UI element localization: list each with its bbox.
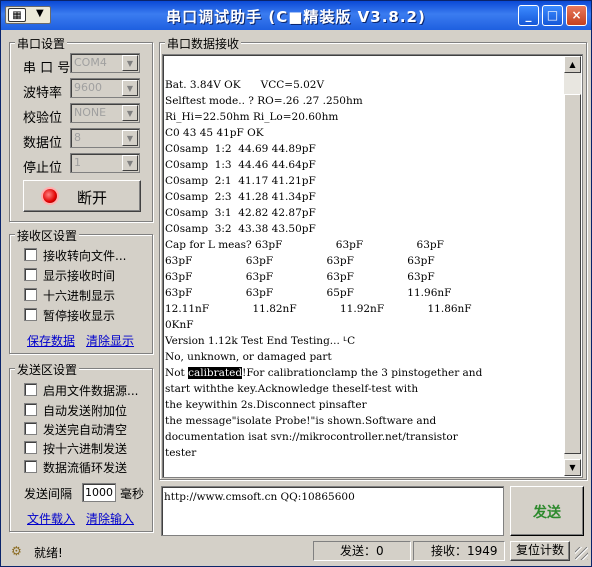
close-button[interactable]: ×	[566, 5, 587, 26]
recv-area-legend: 串口数据接收	[165, 35, 242, 52]
chevron-down-icon[interactable]: ▼	[122, 105, 138, 121]
interval-input[interactable]: 1000	[82, 483, 116, 502]
app-window: ▦ ▼ 串口调试助手 (C■精装版 V3.8.2) _ □ × 串口设置 串 口 …	[0, 0, 592, 567]
databits-value: 8	[74, 131, 81, 144]
recv-line: C0samp 2:1 41.17 41.21pF	[165, 175, 316, 187]
recv-line: No, unknown, or damaged part	[165, 351, 332, 363]
send-input[interactable]: http://www.cmsoft.cn QQ:10865600	[161, 486, 504, 536]
send-button[interactable]: 发送	[510, 486, 584, 536]
scroll-up-icon[interactable]: ▲	[564, 56, 581, 73]
recv-scrollbar[interactable]: ▲ ▼	[564, 56, 581, 476]
scroll-thumb[interactable]	[564, 94, 581, 454]
chevron-down-icon[interactable]: ▼	[122, 80, 138, 96]
recv-line: the keywithin 2s.Disconnect pinsafter	[165, 399, 367, 411]
recv-line: C0 43 45 41pF OK	[165, 127, 264, 139]
open-close-label: 断开	[77, 189, 108, 207]
recv-line: C0samp 1:3 44.46 44.64pF	[165, 159, 316, 171]
port-select[interactable]: COM4 ▼	[70, 53, 140, 73]
recv-line: Version 1.12k Test End Testing... ᒻC	[165, 335, 356, 347]
port-settings-legend: 串口设置	[15, 35, 68, 52]
selected-text: calibrated	[188, 367, 243, 379]
save-data-link[interactable]: 保存数据	[27, 332, 75, 349]
parity-label: 校验位	[23, 111, 63, 126]
stopbits-select[interactable]: 1 ▼	[70, 153, 140, 173]
chevron-down-icon[interactable]: ▼	[122, 55, 138, 71]
port-status-indicator-icon	[43, 189, 57, 203]
baud-value: 9600	[74, 81, 102, 94]
send-button-label: 发送	[533, 505, 561, 521]
databits-select[interactable]: 8 ▼	[70, 128, 140, 148]
recv-line: C0samp 3:2 43.38 43.50pF	[165, 223, 316, 235]
sent-counter: 发送：0	[313, 541, 411, 561]
recv-line: Bat. 3.84V OK VCC=5.02V	[165, 79, 325, 91]
recv-line: Selftest mode.. ? RO=.26 .27 .250hm	[165, 95, 363, 107]
received-counter: 接收：1949	[413, 541, 505, 561]
recv-settings-legend: 接收区设置	[15, 227, 80, 244]
recv-line: C0samp 2:3 41.28 41.34pF	[165, 191, 316, 203]
resize-grip-icon[interactable]	[575, 547, 588, 560]
stopbits-value: 1	[74, 156, 81, 169]
minimize-button[interactable]: _	[518, 5, 539, 26]
baud-select[interactable]: 9600 ▼	[70, 78, 140, 98]
recv-line: 63pF 63pF 63pF 63pF	[165, 255, 435, 267]
recv-line: 63pF 63pF 65pF 11.96nF	[165, 287, 452, 299]
recv-line: Ri_Hi=22.50hm Ri_Lo=20.60hm	[165, 111, 339, 123]
recv-line: start withthe key.Acknowledge theself-te…	[165, 383, 419, 395]
clear-input-link[interactable]: 清除输入	[86, 510, 134, 527]
recv-line: tester	[165, 447, 197, 459]
recv-line: C0samp 1:2 44.69 44.89pF	[165, 143, 316, 155]
maximize-button[interactable]: □	[542, 5, 563, 26]
recv-text: Not	[165, 367, 189, 379]
recv-line-selection: Not calibrated!For calibrationclamp the …	[165, 367, 482, 379]
status-ready: 就绪!	[34, 546, 63, 560]
port-label: 串 口 号	[23, 61, 71, 76]
window-title: 串口调试助手 (C■精装版 V3.8.2)	[166, 8, 426, 26]
stopbits-label: 停止位	[23, 161, 63, 176]
recv-textarea[interactable]: Bat. 3.84V OK VCC=5.02V Selftest mode.. …	[162, 54, 583, 478]
recv-text: !For calibrationclamp the 3 pinstogether…	[242, 367, 483, 379]
scroll-down-icon[interactable]: ▼	[564, 459, 581, 476]
parity-select[interactable]: NONE ▼	[70, 103, 140, 123]
open-close-port-button[interactable]: 断开	[23, 180, 141, 212]
title-bar: ▦ ▼ 串口调试助手 (C■精装版 V3.8.2) _ □ ×	[1, 1, 591, 30]
port-value: COM4	[74, 56, 107, 69]
reset-count-button[interactable]: 复位计数	[510, 541, 570, 561]
recv-line: Cap for L meas? 63pF 63pF 63pF	[165, 239, 444, 251]
databits-label: 数据位	[23, 136, 63, 151]
send-settings-legend: 发送区设置	[15, 361, 80, 378]
recv-line: the message"isolate Probe!"is shown.Soft…	[165, 415, 437, 427]
recv-line: 0KnF	[165, 319, 194, 331]
interval-unit: 毫秒	[120, 487, 145, 501]
recv-line: 12.11nF 11.82nF 11.92nF 11.86nF	[165, 303, 472, 315]
clear-display-link[interactable]: 清除显示	[86, 332, 134, 349]
recv-line: 63pF 63pF 63pF 63pF	[165, 271, 435, 283]
ready-icon: ⚙	[11, 544, 22, 558]
load-file-link[interactable]: 文件载入	[27, 510, 75, 527]
recv-line: documentation isat svn://mikrocontroller…	[165, 431, 458, 443]
recv-line: C0samp 3:1 42.82 42.87pF	[165, 207, 316, 219]
interval-label: 发送间隔	[24, 487, 73, 501]
baud-label: 波特率	[23, 86, 63, 101]
chevron-down-icon[interactable]: ▼	[122, 155, 138, 171]
send-input-text: http://www.cmsoft.cn QQ:10865600	[164, 491, 355, 503]
chevron-down-icon[interactable]: ▼	[122, 130, 138, 146]
parity-value: NONE	[74, 106, 107, 119]
